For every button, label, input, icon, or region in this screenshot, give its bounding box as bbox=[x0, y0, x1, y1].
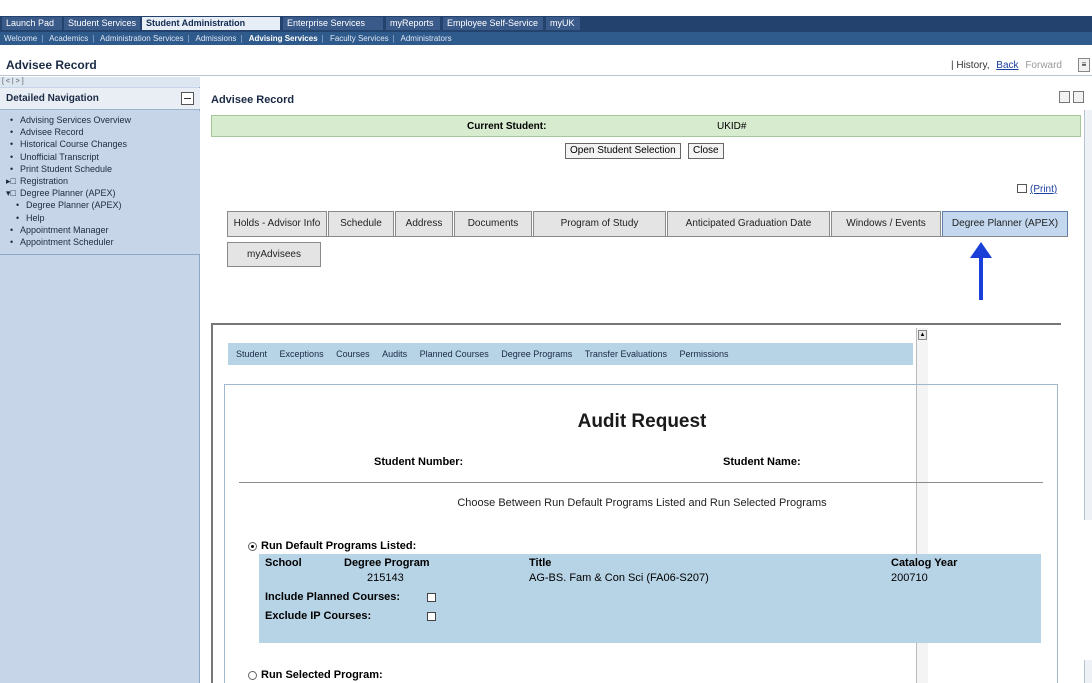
sidebar-item-unofficial-transcript[interactable]: • Unofficial Transcript bbox=[0, 151, 200, 163]
print-link[interactable]: (Print) bbox=[1017, 184, 1057, 195]
sidebar-item-appointment-scheduler[interactable]: • Appointment Scheduler bbox=[0, 236, 200, 248]
exclude-ip-checkbox[interactable] bbox=[427, 612, 436, 621]
run-selected-label: Run Selected Program: bbox=[261, 669, 383, 681]
tab-degree-planner-apex[interactable]: Degree Planner (APEX) bbox=[942, 211, 1068, 236]
top-tab-enterprise-services[interactable]: Enterprise Services bbox=[283, 17, 383, 30]
subnav-advising-services[interactable]: Advising Services bbox=[249, 34, 318, 43]
top-tab-myuk[interactable]: myUK bbox=[546, 17, 580, 30]
printer-icon bbox=[1017, 184, 1027, 193]
top-tab-student-services[interactable]: Student Services bbox=[64, 17, 140, 30]
degree-program-value: 215143 bbox=[367, 572, 404, 584]
tab-documents[interactable]: Documents bbox=[454, 211, 532, 236]
tab-address[interactable]: Address bbox=[395, 211, 453, 236]
page-menu-icon[interactable]: ≡ bbox=[1078, 58, 1090, 72]
divider bbox=[239, 482, 1043, 483]
sidebar-header: Detailed Navigation bbox=[0, 88, 200, 110]
tab-schedule[interactable]: Schedule bbox=[328, 211, 394, 236]
options-icon[interactable] bbox=[1059, 91, 1070, 103]
apex-nav-degree-programs[interactable]: Degree Programs bbox=[501, 343, 572, 365]
apex-nav-courses[interactable]: Courses bbox=[336, 343, 370, 365]
col-header-title: Title bbox=[529, 557, 552, 569]
sub-nav-bar: Welcome | Academics | Administration Servi… bbox=[0, 32, 1092, 45]
page-scrollbar-lower[interactable] bbox=[1084, 660, 1092, 683]
menu-icon[interactable] bbox=[1073, 91, 1084, 103]
include-planned-checkbox[interactable] bbox=[427, 593, 436, 602]
student-number-label: Student Number: bbox=[374, 456, 464, 468]
sidebar-item-degree-planner-apex[interactable]: • Degree Planner (APEX) bbox=[0, 199, 200, 211]
tab-program-of-study[interactable]: Program of Study bbox=[533, 211, 666, 236]
sidebar-item-historical-course-changes[interactable]: • Historical Course Changes bbox=[0, 138, 200, 150]
history-nav: | History, Back Forward bbox=[950, 60, 1062, 71]
subnav-administration-services[interactable]: Administration Services bbox=[100, 34, 184, 43]
sidebar-item-advisee-record[interactable]: • Advisee Record bbox=[0, 126, 200, 138]
tab-row-divider bbox=[227, 236, 1068, 237]
page-title: Advisee Record bbox=[6, 58, 97, 72]
sidebar-item-appointment-manager[interactable]: • Appointment Manager bbox=[0, 224, 200, 236]
ukid-label: UKID# bbox=[717, 121, 747, 132]
sidebar-nav-list: • Advising Services Overview • Advisee Rec… bbox=[0, 111, 200, 256]
col-header-school: School bbox=[265, 557, 302, 569]
apex-nav-student[interactable]: Student bbox=[236, 343, 267, 365]
subnav-academics[interactable]: Academics bbox=[49, 34, 88, 43]
close-button[interactable]: Close bbox=[688, 143, 724, 159]
top-tab-launch-pad[interactable]: Launch Pad bbox=[2, 17, 62, 30]
audit-request-panel: Audit Request Student Number: Student Na… bbox=[224, 384, 1058, 683]
apex-nav-transfer-evaluations[interactable]: Transfer Evaluations bbox=[585, 343, 667, 365]
top-tab-employee-self-service[interactable]: Employee Self-Service bbox=[443, 17, 543, 30]
detailed-navigation-panel: [ < | > ] Detailed Navigation • Advising … bbox=[0, 77, 200, 683]
sidebar-folder-degree-planner[interactable]: ▾□ Degree Planner (APEX) bbox=[0, 187, 200, 199]
top-tab-myreports[interactable]: myReports bbox=[386, 17, 440, 30]
subnav-faculty-services[interactable]: Faculty Services bbox=[330, 34, 389, 43]
top-tab-student-administration[interactable]: Student Administration bbox=[142, 17, 280, 30]
current-student-bar: Current Student: UKID# bbox=[211, 115, 1081, 137]
page-title-bar: Advisee Record | History, Back Forward ≡ bbox=[0, 55, 1092, 76]
subnav-admissions[interactable]: Admissions bbox=[196, 34, 237, 43]
subnav-welcome[interactable]: Welcome bbox=[4, 34, 37, 43]
history-link[interactable]: History bbox=[956, 60, 986, 71]
up-arrow-annotation-icon bbox=[970, 242, 992, 300]
col-header-catalog-year: Catalog Year bbox=[891, 557, 958, 569]
sidebar-folder-registration[interactable]: ▸□ Registration bbox=[0, 175, 200, 187]
folder-open-icon: ▾□ bbox=[6, 188, 16, 199]
apex-nav-exceptions[interactable]: Exceptions bbox=[280, 343, 324, 365]
main-header: Advisee Record bbox=[201, 77, 1092, 111]
tab-windows-events[interactable]: Windows / Events bbox=[831, 211, 941, 236]
sidebar-item-help[interactable]: • Help bbox=[0, 212, 200, 224]
scroll-up-icon[interactable]: ▲ bbox=[918, 330, 927, 340]
folder-icon: ▸□ bbox=[6, 176, 16, 187]
apex-nav-permissions[interactable]: Permissions bbox=[680, 343, 729, 365]
col-header-degree-program: Degree Program bbox=[344, 557, 430, 569]
audit-request-title: Audit Request bbox=[577, 411, 707, 432]
page-scrollbar[interactable] bbox=[1084, 110, 1092, 520]
sidebar-item-advising-services-overview[interactable]: • Advising Services Overview bbox=[0, 114, 200, 126]
student-name-label: Student Name: bbox=[723, 456, 801, 468]
main-title: Advisee Record bbox=[211, 94, 295, 106]
forward-link[interactable]: Forward bbox=[1025, 60, 1062, 71]
apex-nav-audits[interactable]: Audits bbox=[382, 343, 407, 365]
run-default-label: Run Default Programs Listed: bbox=[261, 540, 417, 552]
apex-nav-bar: Student Exceptions Courses Audits Planne… bbox=[228, 343, 913, 365]
exclude-ip-label: Exclude IP Courses: bbox=[265, 610, 372, 622]
open-student-selection-button[interactable]: Open Student Selection bbox=[565, 143, 681, 159]
tab-holds-advisor-info[interactable]: Holds - Advisor Info bbox=[227, 211, 327, 236]
sidebar-resize-handle[interactable]: [ < | > ] bbox=[0, 77, 200, 87]
sidebar-heading: Detailed Navigation bbox=[6, 93, 99, 104]
program-title-value: AG-BS. Fam & Con Sci (FA06-S207) bbox=[529, 572, 709, 584]
tab-row-divider-2 bbox=[227, 266, 321, 267]
collapse-icon[interactable] bbox=[181, 92, 194, 105]
default-programs-table: School Degree Program Title Catalog Year… bbox=[259, 554, 1041, 643]
tab-myadvisees[interactable]: myAdvisees bbox=[227, 242, 321, 267]
back-link[interactable]: Back bbox=[996, 60, 1018, 71]
sidebar-item-print-student-schedule[interactable]: • Print Student Schedule bbox=[0, 163, 200, 175]
catalog-year-value: 200710 bbox=[891, 572, 928, 584]
choose-instructions: Choose Between Run Default Programs List… bbox=[457, 497, 827, 509]
apex-nav-planned-courses[interactable]: Planned Courses bbox=[420, 343, 489, 365]
run-default-radio[interactable] bbox=[248, 542, 257, 551]
top-nav-bar: Launch Pad Student Services Student Admi… bbox=[0, 16, 1092, 32]
tab-anticipated-graduation-date[interactable]: Anticipated Graduation Date bbox=[667, 211, 830, 236]
current-student-label: Current Student: bbox=[467, 121, 547, 132]
subnav-administrators[interactable]: Administrators bbox=[401, 34, 452, 43]
run-selected-radio[interactable] bbox=[248, 671, 257, 680]
include-planned-label: Include Planned Courses: bbox=[265, 591, 401, 603]
